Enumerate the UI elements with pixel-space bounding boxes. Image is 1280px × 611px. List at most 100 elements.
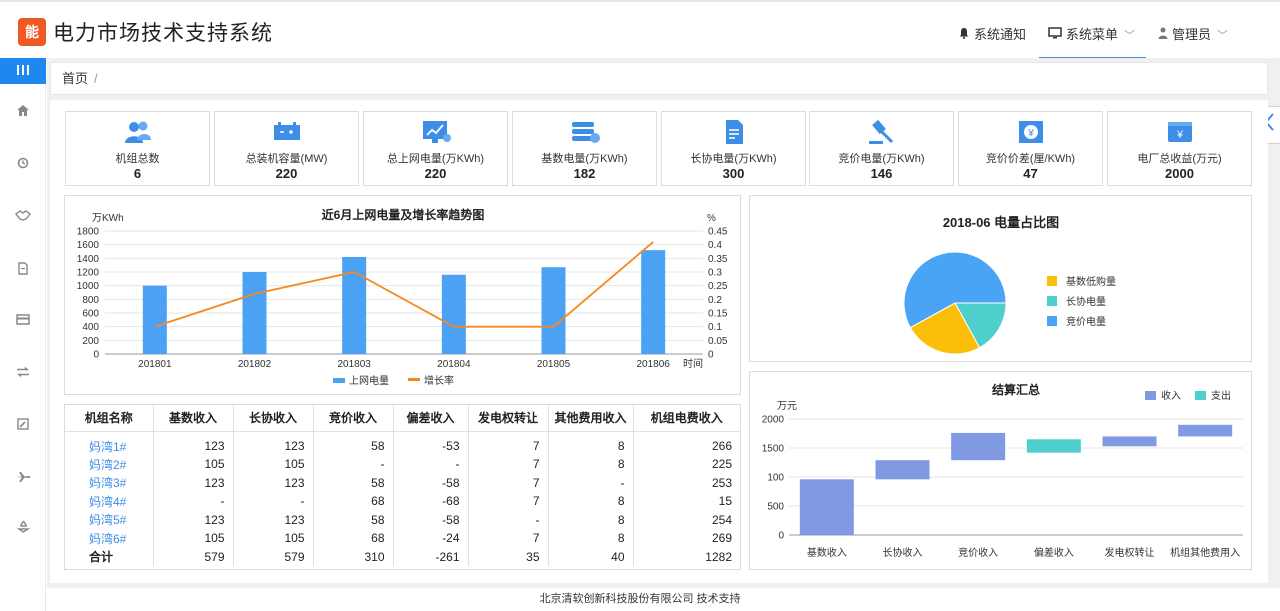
x-tick-label: 201803: [337, 359, 371, 370]
table-cell: 40: [548, 547, 634, 566]
bar-mark: [142, 285, 167, 354]
transfer-icon[interactable]: [0, 366, 46, 381]
x-tick-label: 201802: [238, 359, 272, 370]
unit-name-link[interactable]: 妈湾5#: [65, 510, 154, 529]
table-cell: 269: [711, 531, 732, 546]
menu-toggle-icon[interactable]: [0, 58, 46, 84]
column-header: 机组电费收入: [633, 405, 740, 432]
table-row: 妈湾6# 105 105 68 -24 7 8 269: [65, 529, 740, 548]
chevron-down-icon: ﹀: [1124, 30, 1136, 42]
legend-swatch: [1047, 296, 1057, 306]
table-cell: 8: [548, 529, 634, 548]
unit-name-link[interactable]: 妈湾4#: [65, 492, 154, 511]
unit-name-link[interactable]: 妈湾6#: [65, 529, 154, 548]
document-icon[interactable]: [0, 262, 46, 278]
bar-mark: [242, 272, 267, 354]
bell-icon: [958, 27, 970, 42]
legend-swatch: [1047, 276, 1057, 286]
history-icon[interactable]: [0, 157, 46, 172]
y2-tick-label: 0.4: [708, 240, 722, 251]
table-cell: 123: [233, 473, 314, 492]
table-cell: 105: [233, 529, 314, 548]
table-cell: 1282: [705, 549, 732, 564]
home-icon[interactable]: [0, 105, 46, 119]
y2-tick-label: 0.05: [708, 336, 728, 347]
table-cell: -: [548, 473, 634, 492]
x-tick-label: 201804: [437, 359, 471, 370]
table-cell: 35: [468, 547, 549, 566]
waterfall-bar: [1178, 424, 1233, 437]
table-cell: 266: [711, 439, 732, 454]
kpi-value: 47: [1023, 166, 1038, 181]
unit-name-link[interactable]: 妈湾3#: [65, 473, 154, 492]
x-tick-label: 基数收入: [807, 546, 847, 559]
column-header: 偏差收入: [393, 405, 469, 432]
kpi-card: ¥ 竞价价差(厘/KWh) 47: [958, 111, 1103, 186]
card-icon[interactable]: [0, 314, 46, 328]
table-total-row: 合计 579 579 310 -261 35 40 1282: [65, 547, 740, 566]
legend-label: 支出: [1211, 389, 1231, 402]
unit-name-link[interactable]: 妈湾2#: [65, 455, 154, 474]
table-cell: 105: [233, 455, 314, 474]
y2-tick-label: 0.1: [708, 322, 722, 333]
table-cell: 7: [468, 473, 549, 492]
table-cell: 58: [313, 431, 394, 455]
unit-name-link[interactable]: 妈湾1#: [65, 431, 154, 455]
y2-tick-label: 0.25: [708, 281, 728, 292]
waterfall-bar: [951, 432, 1006, 461]
handshake-icon[interactable]: [0, 210, 46, 224]
y-tick-label: 1500: [762, 444, 785, 455]
y2-tick-label: 0.15: [708, 309, 728, 320]
y-tick-label: 800: [82, 295, 99, 306]
recycle-icon[interactable]: [0, 520, 46, 536]
x-tick-label: 长协收入: [883, 546, 923, 559]
table-cell: -58: [393, 473, 469, 492]
y2-tick-label: 0.45: [708, 227, 728, 238]
column-header: 长协收入: [233, 405, 314, 432]
kpi-value: 6: [133, 166, 142, 181]
footer-text: 北京清软创新科技股份有限公司 技术支持: [539, 593, 741, 605]
nav-user[interactable]: 管理员 ﹀: [1158, 24, 1228, 43]
waterfall-bar: [1102, 436, 1157, 447]
nav-notifications-label: 系统通知: [974, 27, 1027, 42]
y2-tick-label: 0.35: [708, 254, 728, 265]
waterfall-chart-panel: 结算汇总 万元 0 500 100 1500 2000 基数收入 长协收入 竞价收入 偏差收入 发电权…: [749, 371, 1252, 570]
kpi-card: 总装机容量(MW) 220: [214, 111, 359, 186]
y-tick-label: 0: [93, 350, 99, 361]
table-cell: 254: [711, 512, 732, 527]
table-cell: 8: [548, 492, 634, 511]
breadcrumb-home[interactable]: 首页: [62, 71, 88, 86]
sidebar: [0, 58, 46, 611]
edit-icon[interactable]: [0, 418, 46, 433]
database-icon: [569, 118, 601, 146]
table-cell: 579: [153, 547, 234, 566]
app-title: 电力市场技术支持系统: [53, 22, 273, 45]
y-tick-label: 100: [767, 473, 784, 484]
table-cell: 15: [718, 494, 732, 509]
settlement-table: 机组名称 基数收入 长协收入 竞价收入 偏差收入 发电权转让 其他费用收入 机组电费收入 妈湾…: [65, 405, 740, 566]
bar-mark: [441, 274, 466, 354]
nav-notifications[interactable]: 系统通知: [958, 24, 1026, 43]
kpi-value: 2000: [1165, 166, 1194, 181]
x-tick-label: 偏差收入: [1034, 546, 1074, 559]
x-tick-label: 201801: [138, 359, 172, 370]
trend-chart: 近6月上网电量及增长率趋势图 万KWh % 0 200 400 600 800 1000 1200…: [77, 207, 728, 387]
table-cell: 68: [313, 492, 394, 511]
table-cell: 105: [153, 529, 234, 548]
battery-icon: [271, 118, 303, 146]
column-header: 竞价收入: [313, 405, 394, 432]
table-cell: 58: [313, 473, 394, 492]
table-cell: 7: [468, 492, 549, 511]
chart-title: 近6月上网电量及增长率趋势图: [322, 207, 485, 222]
table-cell: 68: [313, 529, 394, 548]
nav-system-menu[interactable]: 系统菜单 ﹀: [1048, 24, 1135, 43]
table-row: 妈湾5# 123 123 58 -58-8 254: [65, 510, 740, 529]
table-cell: 123: [153, 510, 234, 529]
x-tick-label: 发电权转让: [1105, 546, 1155, 559]
plane-icon[interactable]: [0, 471, 46, 485]
table-cell: 253: [711, 475, 732, 490]
app-logo: 能: [18, 18, 46, 46]
y2-tick-label: 0: [708, 350, 714, 361]
table-cell: -: [153, 492, 234, 511]
legend-label: 基数低购量: [1066, 275, 1116, 288]
